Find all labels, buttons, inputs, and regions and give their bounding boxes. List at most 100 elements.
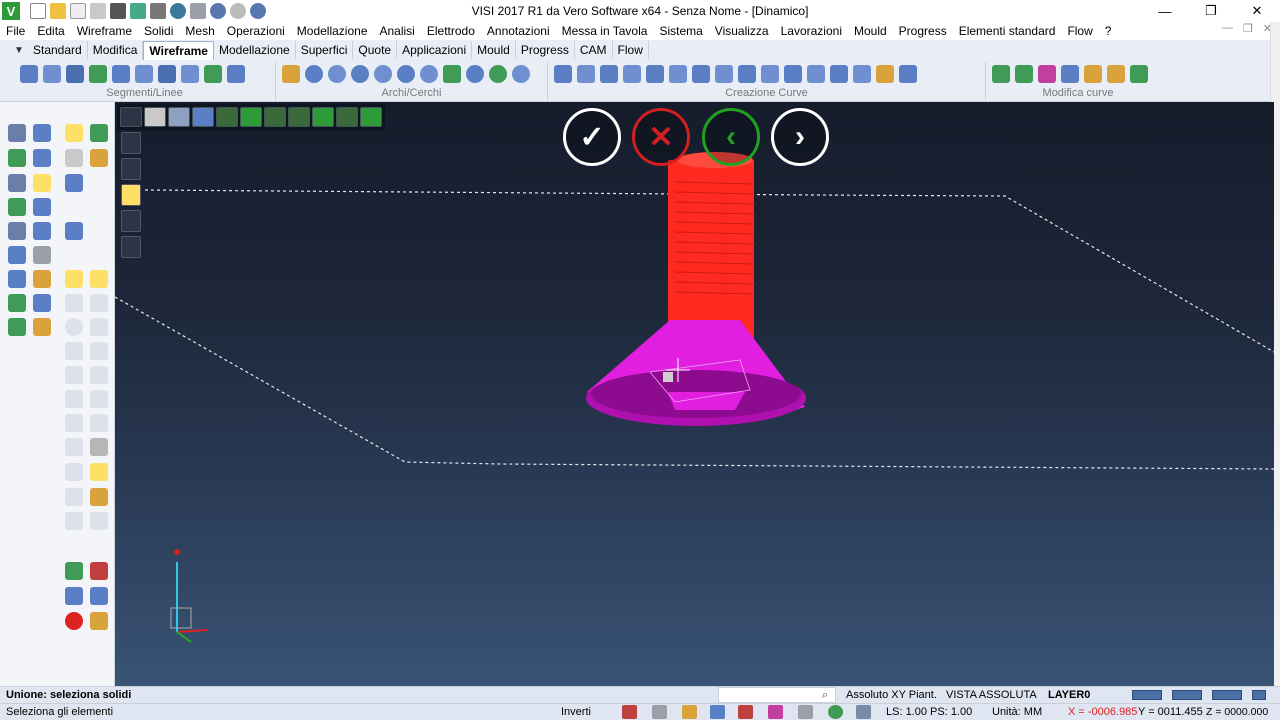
units-readout[interactable]: Unità: MM — [992, 704, 1042, 720]
line-snap-tool-icon[interactable] — [65, 294, 83, 312]
menu-edita[interactable]: Edita — [31, 22, 70, 40]
curve-tool-icon[interactable] — [65, 222, 83, 240]
save-as-icon[interactable] — [90, 3, 106, 19]
spline-tool-icon[interactable] — [554, 65, 572, 83]
section-tool-icon[interactable] — [90, 512, 108, 530]
box-select-tool-icon[interactable] — [8, 149, 26, 167]
3d-viewport[interactable]: ✓ ✕ ‹ › — [115, 102, 1274, 686]
tab-wireframe[interactable]: Wireframe — [143, 40, 214, 60]
network-tool-icon[interactable] — [90, 587, 108, 605]
menu-help[interactable]: ? — [1099, 22, 1118, 40]
point-snap-tool-icon[interactable] — [65, 342, 83, 360]
curve-modify-tool-icon[interactable] — [1130, 65, 1148, 83]
display-mode-1-icon[interactable] — [121, 132, 141, 154]
rotate-view-tool-icon[interactable] — [90, 124, 108, 142]
tangent-snap-tool-icon[interactable] — [90, 318, 108, 336]
tab-modellazione[interactable]: Modellazione — [214, 41, 296, 59]
cylinder-tool-icon[interactable] — [33, 246, 51, 264]
curve-trim-tool-icon[interactable] — [992, 65, 1010, 83]
analysis-tool-icon[interactable] — [65, 562, 83, 580]
next-step-button[interactable]: › — [771, 108, 829, 166]
display-mode-2-icon[interactable] — [121, 158, 141, 180]
wave-snap-tool-icon[interactable] — [90, 342, 108, 360]
helix-tool-icon[interactable] — [623, 65, 641, 83]
line-tool-icon[interactable] — [20, 65, 38, 83]
menu-elettrodo[interactable]: Elettrodo — [421, 22, 481, 40]
curve-silhouette-tool-icon[interactable] — [692, 65, 710, 83]
refresh-tool-icon[interactable] — [8, 246, 26, 264]
help-icon[interactable] — [710, 705, 725, 719]
view-name-label[interactable]: VISTA ASSOLUTA — [946, 687, 1037, 703]
measure-tool-icon[interactable] — [33, 198, 51, 216]
line-perpendicular-tool-icon[interactable] — [135, 65, 153, 83]
cube-icon[interactable] — [768, 705, 783, 719]
arc-fillet-tool-icon[interactable] — [489, 65, 507, 83]
midpoint-snap-tool-icon[interactable] — [90, 294, 108, 312]
view-cube-iso-icon[interactable] — [360, 107, 382, 127]
line-grid-tool-icon[interactable] — [227, 65, 245, 83]
layer-color-1[interactable] — [1132, 690, 1162, 700]
tab-mould[interactable]: Mould — [472, 41, 516, 59]
circle-center-tool-icon[interactable] — [328, 65, 346, 83]
menu-visualizza[interactable]: Visualizza — [709, 22, 775, 40]
bracket-tool-icon[interactable] — [65, 414, 83, 432]
curve-extend-tool-icon[interactable] — [1015, 65, 1033, 83]
layer-color-4[interactable] — [1252, 690, 1266, 700]
zoom-icon[interactable] — [170, 3, 186, 19]
search-field[interactable] — [718, 687, 836, 703]
info-tool-icon[interactable] — [8, 294, 26, 312]
menu-wireframe[interactable]: Wireframe — [71, 22, 138, 40]
line-bisector-tool-icon[interactable] — [158, 65, 176, 83]
menu-annotazioni[interactable]: Annotazioni — [481, 22, 556, 40]
select-mode-icon[interactable] — [652, 705, 667, 719]
undo-list-icon[interactable] — [250, 3, 266, 19]
menu-operazioni[interactable]: Operazioni — [221, 22, 291, 40]
layer-color-3[interactable] — [1212, 690, 1242, 700]
save-icon[interactable] — [70, 3, 86, 19]
view-cube-back-icon[interactable] — [312, 107, 334, 127]
view-pan-icon[interactable] — [192, 107, 214, 127]
restore-button[interactable]: ❐ — [1188, 0, 1234, 22]
tab-quote[interactable]: Quote — [353, 41, 398, 59]
tab-flow[interactable]: Flow — [613, 41, 649, 59]
curve-wrap-tool-icon[interactable] — [807, 65, 825, 83]
display-mode-3-icon[interactable] — [121, 184, 141, 206]
line-offset-tool-icon[interactable] — [181, 65, 199, 83]
frame-tool-icon[interactable] — [65, 366, 83, 384]
layer-tool-icon[interactable] — [65, 587, 83, 605]
plane-view-tool-icon[interactable] — [65, 463, 83, 481]
sync-icon[interactable] — [828, 705, 843, 719]
previous-step-button[interactable]: ‹ — [702, 108, 760, 166]
circle-tool-icon[interactable] — [305, 65, 323, 83]
pattern-tool-icon[interactable] — [90, 414, 108, 432]
menu-progress[interactable]: Progress — [893, 22, 953, 40]
solid-view-tool-icon[interactable] — [90, 463, 108, 481]
view-cube-front-icon[interactable] — [216, 107, 238, 127]
tab-dropdown-icon[interactable]: ▼ — [14, 45, 28, 56]
arc-tool-icon[interactable] — [282, 65, 300, 83]
circle-3pt-tool-icon[interactable] — [351, 65, 369, 83]
polygon-tool-icon[interactable] — [33, 174, 51, 192]
mdi-restore-icon[interactable]: ❐ — [1243, 22, 1253, 35]
curve-section-tool-icon[interactable] — [761, 65, 779, 83]
curve-offset-tool-icon[interactable] — [646, 65, 664, 83]
center-snap-tool-icon[interactable] — [65, 318, 83, 336]
settings-icon[interactable] — [190, 3, 206, 19]
redo-icon[interactable] — [230, 3, 246, 19]
curve-surface-tool-icon[interactable] — [784, 65, 802, 83]
circle-diameter-tool-icon[interactable] — [420, 65, 438, 83]
confirm-cancel-button[interactable]: ✕ — [632, 108, 690, 166]
properties-tool-icon[interactable] — [8, 318, 26, 336]
solid-tool-icon[interactable] — [90, 149, 108, 167]
tab-cam[interactable]: CAM — [575, 41, 613, 59]
edit-tool-icon[interactable] — [33, 149, 51, 167]
menu-mesh[interactable]: Mesh — [179, 22, 220, 40]
text-tool-icon[interactable] — [90, 390, 108, 408]
help-tool-icon[interactable] — [8, 270, 26, 288]
mdi-minimize-icon[interactable]: — — [1222, 22, 1233, 35]
circle-radius-tool-icon[interactable] — [397, 65, 415, 83]
display-mode-5-icon[interactable] — [121, 236, 141, 258]
menu-analisi[interactable]: Analisi — [374, 22, 421, 40]
curve-text-tool-icon[interactable] — [876, 65, 894, 83]
line-tangent-tool-icon[interactable] — [89, 65, 107, 83]
